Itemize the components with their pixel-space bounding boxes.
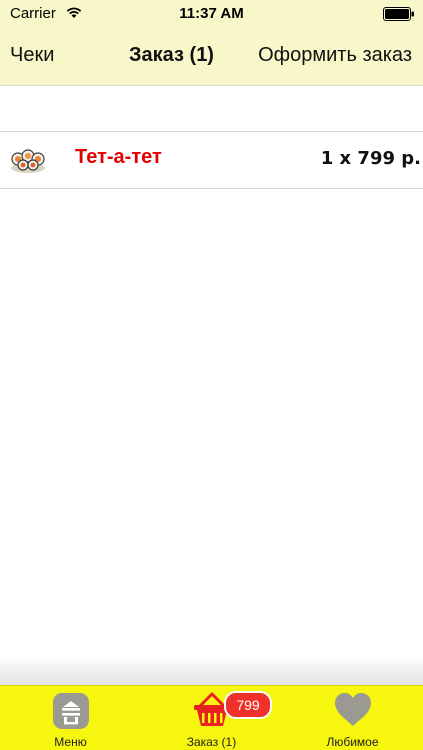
item-quantity-price: 1 x 799 р. xyxy=(320,148,421,169)
tab-label: Заказ (1) xyxy=(186,735,237,749)
bottom-shadow xyxy=(0,655,423,685)
navigation-bar: Чеки Заказ (1) Оформить заказ xyxy=(0,28,423,86)
checkout-button[interactable]: Оформить заказ xyxy=(258,44,412,67)
sushi-roll-icon xyxy=(11,149,45,173)
item-name: Тет-а-тет xyxy=(75,146,162,168)
order-total-badge: 799 xyxy=(224,691,272,719)
menu-food-icon xyxy=(52,693,89,729)
status-bar: Carrier 11:37 AM xyxy=(0,0,423,28)
status-time: 11:37 AM xyxy=(179,5,244,22)
order-item-row[interactable]: Тет-а-тет 1 x 799 р. xyxy=(0,132,423,188)
page-title: Заказ (1) xyxy=(129,44,214,66)
tab-order[interactable]: 799 Заказ (1) xyxy=(141,686,282,750)
receipts-button[interactable]: Чеки xyxy=(10,44,54,67)
tab-menu[interactable]: Меню xyxy=(0,686,141,750)
tab-favorites[interactable]: Любимое xyxy=(282,686,423,750)
battery-icon xyxy=(383,7,414,21)
heart-icon xyxy=(334,693,371,726)
tab-label: Любимое xyxy=(326,735,379,749)
list-divider xyxy=(0,188,423,189)
tab-bar: Меню 799 Заказ (1) Любимое xyxy=(0,685,423,750)
order-screen: Carrier 11:37 AM Чеки Заказ (1) Оформить… xyxy=(0,0,423,750)
tab-label: Меню xyxy=(54,735,87,749)
